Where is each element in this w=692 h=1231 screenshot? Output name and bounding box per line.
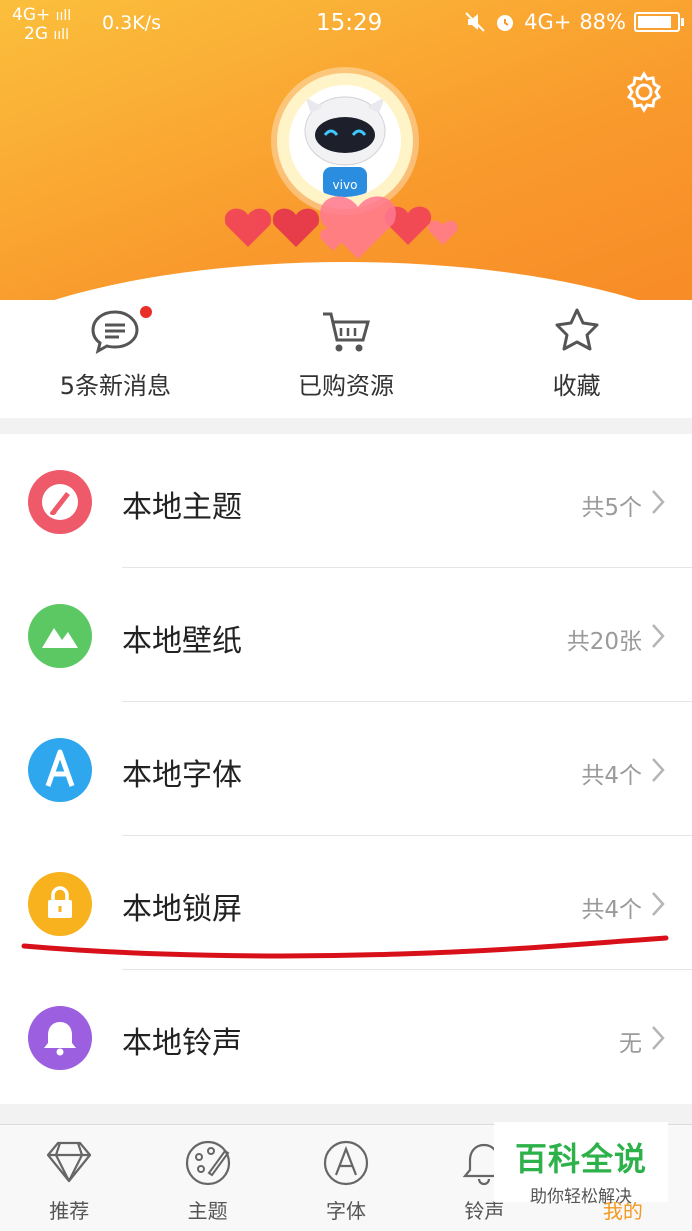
favorites-action[interactable]: 收藏 bbox=[461, 300, 692, 418]
robot-mascot-icon: vivo bbox=[304, 96, 386, 197]
unread-dot bbox=[138, 304, 154, 320]
item-title: 本地字体 bbox=[122, 758, 242, 793]
item-title: 本地铃声 bbox=[122, 1026, 242, 1061]
font-a-icon bbox=[323, 1140, 369, 1186]
chevron-right-icon bbox=[652, 490, 665, 514]
tab-themes[interactable]: 主题 bbox=[138, 1125, 276, 1231]
favorites-label: 收藏 bbox=[552, 372, 601, 400]
purchased-label: 已购资源 bbox=[298, 372, 394, 400]
local-ringtones-item[interactable]: 本地铃声 无 bbox=[0, 970, 692, 1104]
theme-brush-icon bbox=[28, 470, 92, 534]
watermark-subtitle: 助你轻松解决 bbox=[530, 1187, 632, 1207]
watermark-title: 百科全说 bbox=[514, 1140, 647, 1178]
local-fonts-item[interactable]: 本地字体 共4个 bbox=[0, 702, 692, 836]
chevron-right-icon bbox=[652, 892, 665, 916]
star-icon bbox=[555, 308, 599, 351]
tab-label: 推荐 bbox=[49, 1199, 90, 1223]
signal-1-label: 4G+ bbox=[12, 5, 51, 25]
messages-action[interactable]: 5条新消息 bbox=[0, 300, 231, 418]
messages-label: 5条新消息 bbox=[59, 372, 171, 400]
local-themes-item[interactable]: 本地主题 共5个 bbox=[0, 434, 692, 568]
red-annotation-stroke bbox=[21, 935, 669, 959]
signal-indicators: 4G+ ııll 2G ııll bbox=[12, 5, 72, 44]
quick-actions: 5条新消息 已购资源 收藏 bbox=[0, 300, 692, 418]
item-title: 本地锁屏 bbox=[122, 892, 242, 927]
local-resources-list: 本地主题 共5个 本地壁纸 共20张 本地字体 共4个 本地锁屏 共4个 本地铃… bbox=[0, 434, 692, 1104]
clock: 15:29 bbox=[316, 10, 383, 36]
battery-icon bbox=[634, 12, 684, 32]
hearts-decoration bbox=[224, 196, 458, 259]
item-count: 共4个 bbox=[581, 763, 642, 789]
watermark-logo: 百科全说 助你轻松解决 bbox=[494, 1122, 668, 1207]
message-icon bbox=[91, 310, 139, 354]
item-count: 共20张 bbox=[566, 629, 642, 655]
item-title: 本地主题 bbox=[122, 490, 242, 525]
tab-label: 字体 bbox=[326, 1199, 367, 1223]
tab-recommend[interactable]: 推荐 bbox=[0, 1125, 138, 1231]
network-type: 4G+ bbox=[524, 10, 572, 34]
font-letter-a-icon bbox=[28, 738, 92, 802]
bell-icon bbox=[28, 1006, 92, 1070]
item-count: 共4个 bbox=[581, 897, 642, 923]
palette-icon bbox=[185, 1140, 230, 1186]
alarm-icon bbox=[497, 15, 514, 31]
item-count: 无 bbox=[619, 1031, 642, 1057]
status-right: 4G+ 88% bbox=[464, 10, 684, 34]
diamond-icon bbox=[47, 1141, 92, 1183]
wallpaper-mountain-icon bbox=[28, 604, 92, 668]
chevron-right-icon bbox=[652, 758, 665, 782]
local-wallpapers-item[interactable]: 本地壁纸 共20张 bbox=[0, 568, 692, 702]
network-speed: 0.3K/s bbox=[102, 12, 161, 34]
lock-icon bbox=[28, 872, 92, 936]
mute-icon bbox=[465, 12, 485, 32]
status-bar: 4G+ ııll 2G ııll 0.3K/s 15:29 4G+ 88% bbox=[0, 0, 692, 48]
purchased-action[interactable]: 已购资源 bbox=[231, 300, 462, 418]
item-count: 共5个 bbox=[581, 495, 642, 521]
cart-icon bbox=[323, 312, 370, 352]
battery-fill bbox=[638, 16, 671, 28]
item-title: 本地壁纸 bbox=[122, 624, 242, 659]
settings-gear-icon[interactable] bbox=[622, 70, 666, 114]
battery-percent: 88% bbox=[579, 10, 626, 34]
chevron-right-icon bbox=[652, 1026, 665, 1050]
tab-label: 主题 bbox=[187, 1199, 228, 1223]
chevron-right-icon bbox=[652, 624, 665, 648]
tab-fonts[interactable]: 字体 bbox=[277, 1125, 415, 1231]
avatar-image: vivo bbox=[289, 85, 401, 197]
signal-2-label: 2G bbox=[24, 24, 48, 44]
